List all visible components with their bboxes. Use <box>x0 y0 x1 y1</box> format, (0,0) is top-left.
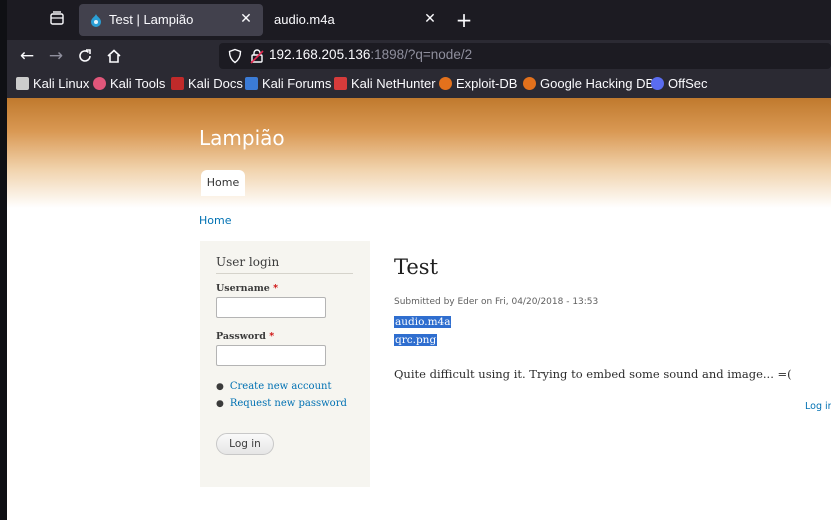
attachment-link-image[interactable]: qrc.png <box>394 334 438 346</box>
tab-title: Test | Lampião <box>109 12 194 27</box>
reload-icon[interactable] <box>73 44 97 68</box>
insecure-lock-icon[interactable] <box>249 48 265 64</box>
bookmark-kali-docs[interactable]: Kali Docs <box>171 76 243 94</box>
tab-list-button[interactable] <box>47 10 67 30</box>
bookmark-kali-forums[interactable]: Kali Forums <box>245 76 331 94</box>
nethunter-icon <box>334 77 347 90</box>
back-arrow-icon[interactable]: ← <box>15 44 39 68</box>
kali-dragon-icon <box>16 77 29 90</box>
password-field[interactable] <box>216 345 326 366</box>
bookmark-kali-nethunter[interactable]: Kali NetHunter <box>334 76 436 94</box>
address-bar[interactable]: 192.168.205.136:1898/?q=node/2 <box>219 43 831 69</box>
node-body: Quite difficult using it. Trying to embe… <box>394 367 792 381</box>
ghdb-icon <box>523 77 536 90</box>
home-icon[interactable] <box>102 44 126 68</box>
main-menu-home[interactable]: Home <box>201 170 245 196</box>
tab-bar: Test | Lampião ✕ audio.m4a ✕ + <box>7 0 831 40</box>
forward-arrow-icon[interactable]: → <box>44 44 68 68</box>
close-tab-icon[interactable]: ✕ <box>237 10 255 28</box>
kali-forums-icon <box>245 77 258 90</box>
login-button[interactable]: Log in <box>216 433 274 455</box>
exploit-db-icon <box>439 77 452 90</box>
navigation-toolbar: ← → 192.168.205.136:1898/?q=node/2 <box>7 40 831 72</box>
tab-list-icon <box>50 11 64 25</box>
site-name[interactable]: Lampião <box>199 126 285 150</box>
bookmark-ghdb[interactable]: Google Hacking DB <box>523 76 654 94</box>
bookmark-exploit-db[interactable]: Exploit-DB <box>439 76 517 94</box>
page-title[interactable]: Test <box>394 255 438 279</box>
bookmark-kali-tools[interactable]: Kali Tools <box>93 76 165 94</box>
kali-docs-icon <box>171 77 184 90</box>
drupal-favicon-icon <box>91 14 101 27</box>
user-login-block: User login Username * Password * ● Create… <box>200 241 370 487</box>
page-content: Lampião Home Home User login Username * … <box>7 98 831 520</box>
desktop-edge <box>0 0 7 520</box>
bookmark-offsec[interactable]: OffSec <box>651 76 708 94</box>
username-label: Username * <box>216 283 279 294</box>
tab-test-lampiao[interactable]: Test | Lampião ✕ <box>79 4 263 36</box>
attachment-link-audio[interactable]: audio.m4a <box>394 316 452 328</box>
site-header <box>7 98 831 208</box>
divider <box>216 273 353 274</box>
password-label: Password * <box>216 331 275 342</box>
bookmarks-toolbar: Kali Linux Kali Tools Kali Docs Kali For… <box>7 72 831 99</box>
new-tab-plus-icon[interactable]: + <box>452 8 476 32</box>
tab-title: audio.m4a <box>274 12 335 27</box>
bookmark-kali-linux[interactable]: Kali Linux <box>16 76 89 94</box>
breadcrumb[interactable]: Home <box>199 214 231 227</box>
login-to-comment-link[interactable]: Log in <box>805 401 831 412</box>
block-title: User login <box>216 255 280 269</box>
kali-tools-icon <box>93 77 106 90</box>
username-field[interactable] <box>216 297 326 318</box>
offsec-icon <box>651 77 664 90</box>
close-tab-icon[interactable]: ✕ <box>421 10 439 28</box>
url-text: 192.168.205.136:1898/?q=node/2 <box>269 47 473 62</box>
shield-icon[interactable] <box>227 48 243 64</box>
request-password-link-item[interactable]: ● Request new password <box>216 398 347 409</box>
submitted-info: Submitted by Eder on Fri, 04/20/2018 - 1… <box>394 297 599 307</box>
tab-audio[interactable]: audio.m4a ✕ <box>265 4 447 36</box>
create-account-link-item[interactable]: ● Create new account <box>216 381 331 392</box>
